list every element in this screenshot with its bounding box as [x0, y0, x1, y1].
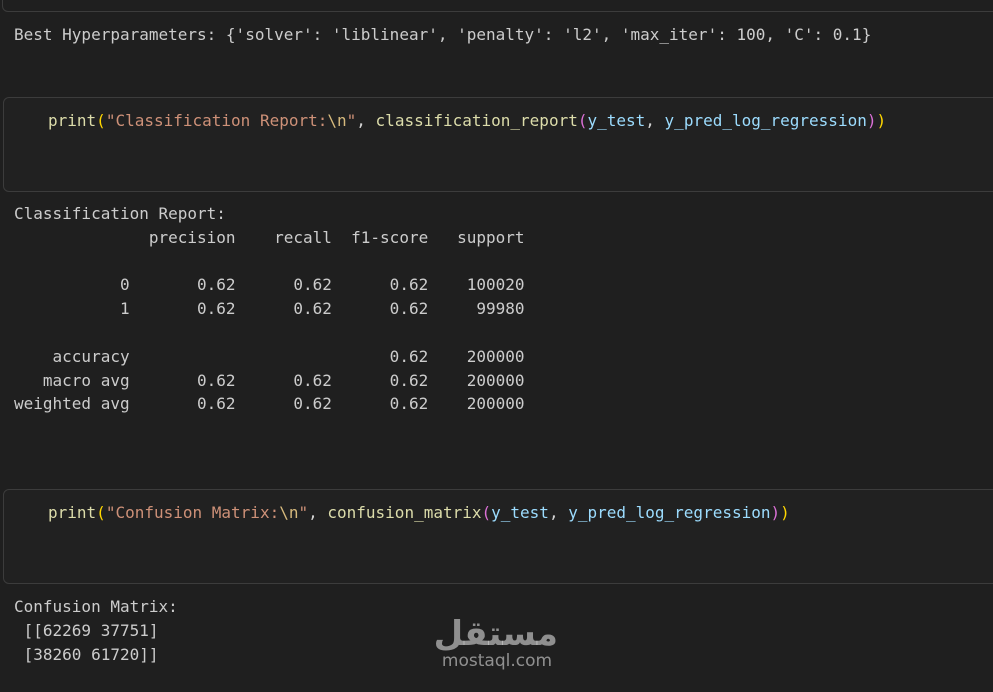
code-line[interactable]: print("Classification Report:\n", classi… — [48, 111, 886, 130]
output-line: Best Hyperparameters: {'solver': 'liblin… — [14, 25, 872, 44]
token-bracket: ( — [96, 503, 106, 522]
token-bracket: ) — [780, 503, 790, 522]
token-function: print — [48, 503, 97, 522]
token-function: classification_report — [375, 111, 578, 130]
watermark-url: mostaql.com — [441, 651, 553, 671]
token-variable: y_test — [587, 111, 646, 130]
output-line: accuracy 0.62 200000 — [14, 346, 525, 366]
hyperparameters-output: Best Hyperparameters: {'solver': 'liblin… — [14, 23, 871, 47]
token-string-end: " — [346, 111, 357, 130]
token-string-end: " — [298, 503, 309, 522]
output-line: precision recall f1-score support — [14, 227, 525, 247]
output-line: 1 0.62 0.62 0.62 99980 — [14, 299, 525, 319]
token-function: confusion_matrix — [327, 503, 482, 522]
token-variable: y_test — [491, 503, 549, 522]
token-function: print — [48, 111, 97, 130]
token-string: "Classification Report: — [105, 111, 328, 130]
token-string: "Confusion Matrix: — [105, 503, 280, 522]
token-variable: y_pred_log_regression — [664, 111, 867, 130]
output-line: [[62269 37751] — [14, 620, 159, 640]
token-escape: \n — [327, 111, 347, 130]
token-bracket: ( — [96, 111, 106, 130]
token-bracket: ) — [770, 503, 781, 522]
classification-report-output: Classification Report: precision recall … — [14, 202, 525, 416]
output-line: macro avg 0.62 0.62 0.62 200000 — [14, 370, 525, 390]
output-line: [38260 61720]] — [14, 644, 159, 664]
confusion-matrix-output: Confusion Matrix: [[62269 37751] [38260 … — [14, 595, 178, 666]
token-comma: , — [356, 111, 376, 130]
code-cell-confusion-matrix[interactable]: print("Confusion Matrix:\n", confusion_m… — [3, 489, 993, 584]
output-line: weighted avg 0.62 0.62 0.62 200000 — [14, 394, 525, 414]
token-variable: y_pred_log_regression — [568, 503, 771, 522]
output-line: Confusion Matrix: — [14, 597, 178, 616]
previous-cell-edge[interactable] — [2, 0, 993, 12]
token-escape: \n — [279, 503, 299, 522]
token-bracket: ) — [876, 111, 887, 130]
code-cell-classification-report[interactable]: print("Classification Report:\n", classi… — [3, 97, 993, 192]
token-comma: , — [308, 503, 328, 522]
token-comma: , — [548, 503, 569, 522]
output-line: 0 0.62 0.62 0.62 100020 — [14, 275, 525, 295]
token-comma: , — [645, 111, 665, 130]
watermark-arabic: مستقل — [433, 614, 558, 654]
code-line[interactable]: print("Confusion Matrix:\n", confusion_m… — [48, 503, 790, 522]
output-line: Classification Report: — [14, 204, 226, 223]
watermark-logo: مستقل mostaql.com — [433, 614, 558, 671]
token-bracket: ( — [481, 503, 492, 522]
